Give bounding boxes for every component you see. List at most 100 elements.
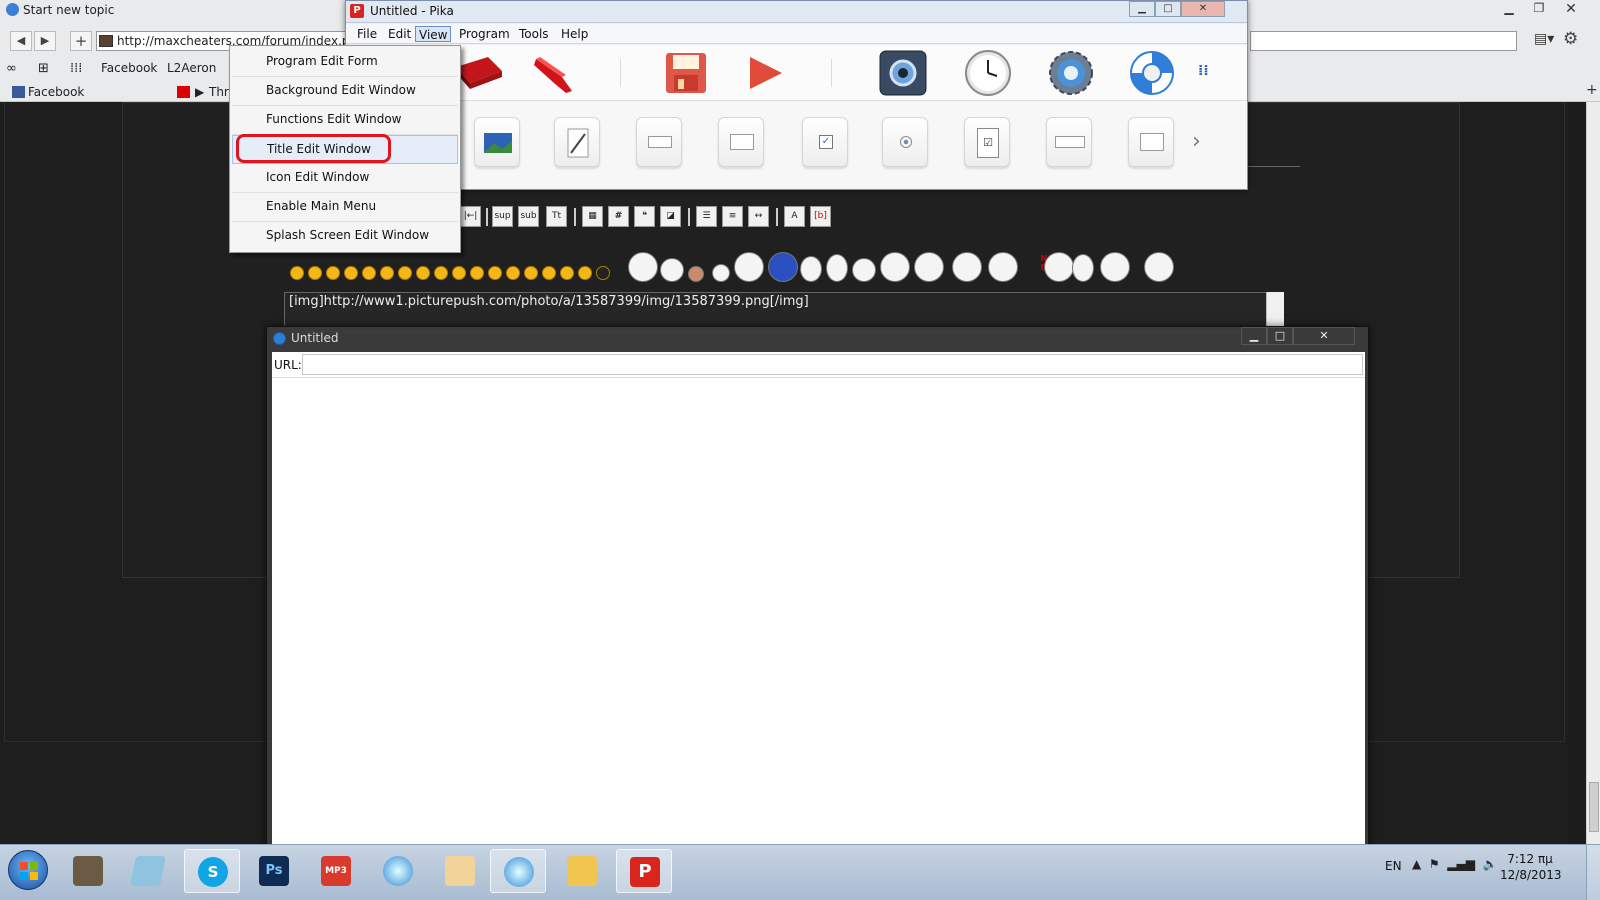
superscript-button[interactable]: sup <box>492 206 513 227</box>
smiley-icon[interactable] <box>506 266 520 280</box>
taskbar-photoshop[interactable]: Ps <box>246 849 302 893</box>
table-icon[interactable]: ▦ <box>582 206 603 227</box>
radio-widget-button[interactable] <box>882 117 928 167</box>
textbox-widget-button[interactable] <box>636 117 682 167</box>
rage-face-icon[interactable] <box>768 252 798 282</box>
page-menu-icon[interactable]: ▤▾ <box>1534 31 1554 47</box>
smiley-icon[interactable] <box>434 266 448 280</box>
rage-face-icon[interactable] <box>734 252 764 282</box>
panel-widget-button[interactable] <box>718 117 764 167</box>
page-scrollbar[interactable] <box>1586 102 1600 844</box>
rage-face-icon[interactable] <box>914 252 944 282</box>
bookmark-l2aeron[interactable]: L2Aeron <box>167 61 216 75</box>
menu-item-enable-main-menu[interactable]: Enable Main Menu <box>232 193 458 222</box>
tab-facebook[interactable]: Facebook <box>10 83 84 101</box>
teletype-button[interactable]: Tt <box>546 206 567 227</box>
bbcode-icon[interactable]: [b] <box>810 206 831 227</box>
smiley-icon[interactable] <box>344 266 358 280</box>
browser-close-button[interactable]: ✕ <box>1556 1 1586 19</box>
menu-program[interactable]: Program <box>456 26 513 42</box>
menu-item-program-edit-form[interactable]: Program Edit Form <box>232 48 458 77</box>
taskbar-mp3[interactable]: MP3 <box>308 849 364 893</box>
smiley-icon[interactable] <box>452 266 466 280</box>
smiley-icon[interactable] <box>398 266 412 280</box>
clock[interactable]: 7:12 πμ 12/8/2013 <box>1500 851 1562 883</box>
spinner-widget-button[interactable] <box>1128 117 1174 167</box>
help-lifebuoy-icon[interactable] <box>1128 49 1176 97</box>
rage-face-icon[interactable] <box>952 252 982 282</box>
menu-tools[interactable]: Tools <box>516 26 552 42</box>
back-button[interactable]: ◀ <box>10 31 32 51</box>
spoiler-icon[interactable]: ◪ <box>660 206 681 227</box>
smiley-icon[interactable] <box>326 266 340 280</box>
start-button[interactable] <box>8 850 48 890</box>
rage-face-icon[interactable] <box>852 258 876 282</box>
font-color-icon[interactable]: A <box>784 206 805 227</box>
menu-item-background-edit-window[interactable]: Background Edit Window <box>232 77 458 106</box>
smiley-icon[interactable] <box>470 266 484 280</box>
rage-face-icon[interactable] <box>1072 254 1094 282</box>
untitled-maximize-button[interactable]: □ <box>1267 327 1293 345</box>
taskbar-anime[interactable] <box>432 849 488 893</box>
add-tab-icon[interactable]: + <box>1586 82 1598 98</box>
checkbox-widget-button[interactable]: ✓ <box>802 117 848 167</box>
apps-grid-icon[interactable]: ⁞⁞⁞ <box>70 61 82 76</box>
network-signal-icon[interactable]: ▂▄▆ <box>1447 857 1475 871</box>
taskbar-skype[interactable]: S <box>184 849 240 893</box>
pika-minimize-button[interactable]: ▁ <box>1129 1 1155 17</box>
rage-face-icon[interactable] <box>712 264 730 282</box>
smiley-icon[interactable] <box>596 266 610 280</box>
toolbar-scroll-right-icon[interactable]: › <box>1192 129 1201 154</box>
forward-button[interactable]: ▶ <box>34 31 56 51</box>
bullet-list-icon[interactable]: ☰ <box>696 206 717 227</box>
untitled-close-button[interactable]: ✕ <box>1293 327 1355 345</box>
untitled-minimize-button[interactable]: ▁ <box>1241 327 1267 345</box>
volume-icon[interactable]: 🔈 <box>1483 857 1498 871</box>
rage-face-icon[interactable] <box>800 256 822 282</box>
page-scrollbar-thumb[interactable] <box>1589 782 1599 832</box>
pika-maximize-button[interactable]: □ <box>1155 1 1181 17</box>
rage-face-icon[interactable] <box>1144 252 1174 282</box>
save-icon[interactable] <box>664 51 708 95</box>
rage-face-icon[interactable] <box>688 266 704 282</box>
run-play-icon[interactable] <box>746 53 786 93</box>
rage-face-icon[interactable] <box>988 252 1018 282</box>
numbered-list-icon[interactable]: ≡ <box>722 206 743 227</box>
language-indicator[interactable]: EN <box>1385 859 1402 873</box>
browser-gear-icon[interactable]: ⚙ <box>1563 29 1578 49</box>
bookmark-facebook[interactable]: Facebook <box>101 61 157 75</box>
indent-icon[interactable]: |←| <box>460 206 481 227</box>
image-widget-button[interactable] <box>474 117 520 167</box>
rage-face-icon[interactable] <box>628 252 658 282</box>
url-input[interactable] <box>302 354 1363 375</box>
taskbar-safari[interactable] <box>370 849 426 893</box>
smiley-icon[interactable] <box>290 266 304 280</box>
system-settings-icon[interactable] <box>878 49 928 97</box>
smiley-icon[interactable] <box>542 266 556 280</box>
menu-item-functions-edit-window[interactable]: Functions Edit Window <box>232 106 458 135</box>
smiley-icon[interactable] <box>578 266 592 280</box>
taskbar-lineage[interactable] <box>60 849 116 893</box>
tab-youtube[interactable]: ▶ Thr <box>175 83 229 101</box>
rage-face-icon[interactable] <box>1100 252 1130 282</box>
smiley-icon[interactable] <box>416 266 430 280</box>
clock-icon[interactable] <box>964 49 1012 97</box>
rage-face-icon[interactable] <box>880 252 910 282</box>
checklist-widget-button[interactable]: ☑ <box>964 117 1010 167</box>
taskbar-pika[interactable]: P <box>616 849 672 893</box>
reader-glasses-icon[interactable]: ∞ <box>6 61 17 76</box>
web-view-area[interactable] <box>272 378 1365 851</box>
search-field[interactable] <box>1250 31 1517 51</box>
smiley-icon[interactable] <box>488 266 502 280</box>
taskbar-safari-2[interactable] <box>490 849 546 893</box>
menu-file[interactable]: File <box>354 26 380 42</box>
rage-face-icon[interactable] <box>1044 252 1074 282</box>
more-options-icon[interactable]: ⁞⁞ <box>1198 63 1209 79</box>
browser-maximize-button[interactable]: ❐ <box>1524 1 1554 19</box>
new-tab-button[interactable]: + <box>70 31 92 51</box>
smiley-icon[interactable] <box>524 266 538 280</box>
rage-face-icon[interactable] <box>826 254 848 282</box>
menu-item-splash-screen-edit-window[interactable]: Splash Screen Edit Window <box>232 222 458 251</box>
pen-widget-button[interactable] <box>554 117 600 167</box>
smiley-icon[interactable] <box>308 266 322 280</box>
